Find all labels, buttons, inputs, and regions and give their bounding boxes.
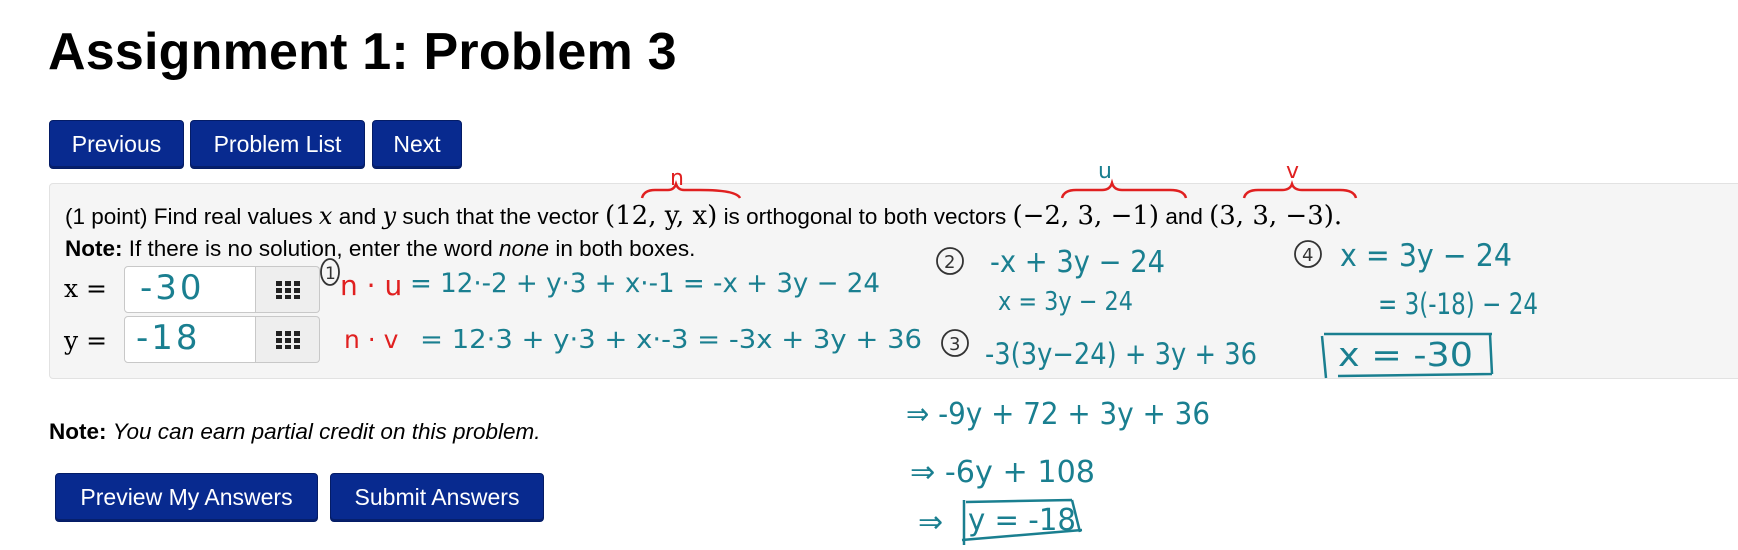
- step4-number: 4: [1302, 245, 1313, 266]
- step3-line2: ⇒ -9y + 72 + 3y + 36: [906, 397, 1210, 432]
- brace-u-label: u: [1098, 159, 1112, 184]
- brace-u: [1060, 178, 1188, 199]
- brace-n-label: n: [670, 166, 684, 191]
- step1-lhs: n · u: [340, 269, 402, 302]
- step4-line1: x = 3y − 24: [1340, 238, 1512, 274]
- step2-line2: x = 3y − 24: [998, 287, 1133, 317]
- step1b-rhs: = 12·3 + y·3 + x·-3 = -3x + 3y + 36: [420, 325, 922, 355]
- step3-arrow: ⇒: [918, 505, 943, 540]
- step2-line1: -x + 3y − 24: [990, 245, 1165, 280]
- brace-v: [1242, 180, 1358, 199]
- step1-number: 1: [325, 264, 336, 284]
- handwriting-overlay: n u v 1 n · u = 12·-2 + y·3 + x·-1 = -x …: [320, 159, 1538, 545]
- brace-n: [640, 180, 742, 199]
- step3-line3: ⇒ -6y + 108: [910, 455, 1095, 490]
- brace-v-label: v: [1286, 159, 1299, 184]
- step1b-lhs: n · v: [344, 325, 399, 354]
- step3-number: 3: [949, 334, 960, 355]
- step3-line1: -3(3y−24) + 3y + 36: [985, 337, 1257, 371]
- step4-result: x = -30: [1338, 335, 1473, 374]
- step4-line2: = 3(-18) − 24: [1378, 287, 1538, 321]
- step2-number: 2: [944, 252, 955, 273]
- step1-rhs: = 12·-2 + y·3 + x·-1 = -x + 3y − 24: [410, 268, 880, 299]
